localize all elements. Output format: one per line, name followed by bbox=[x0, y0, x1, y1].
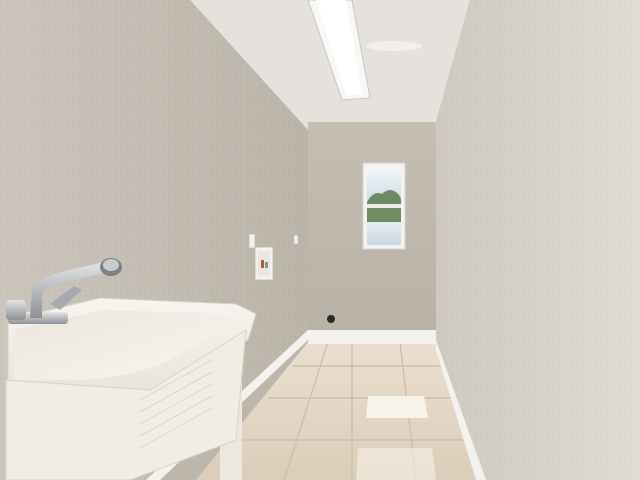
dryer-outlet bbox=[327, 315, 335, 323]
outlet bbox=[293, 234, 299, 245]
laundry-room-photo bbox=[0, 0, 640, 480]
floor-reflection bbox=[366, 396, 428, 418]
light-switch bbox=[248, 233, 256, 249]
window bbox=[362, 162, 406, 250]
baseboard-back bbox=[308, 330, 436, 344]
washer-box bbox=[254, 246, 274, 281]
